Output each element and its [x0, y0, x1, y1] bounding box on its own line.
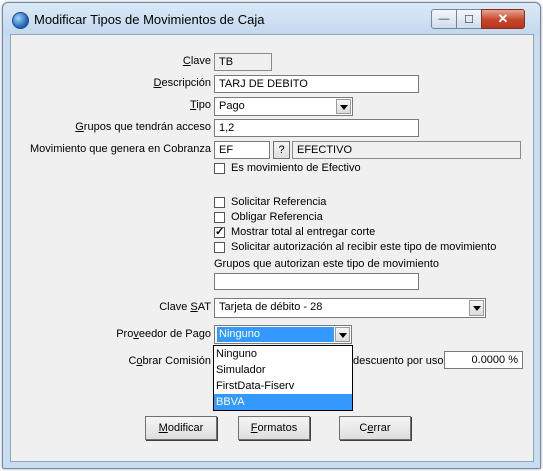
solicitar-referencia-label: Solicitar Referencia [231, 196, 327, 208]
dropdown-option-ninguno[interactable]: Ninguno [214, 346, 352, 362]
obligar-referencia-label: Obligar Referencia [231, 211, 323, 223]
clave-sat-value: Tarjeta de débito - 28 [219, 301, 323, 313]
dialog-window: Modificar Tipos de Movimientos de Caja —… [2, 2, 541, 469]
grupos-field[interactable]: 1,2 [214, 119, 419, 137]
tipo-select[interactable]: Pago [214, 97, 353, 116]
maximize-button[interactable]: ☐ [456, 9, 482, 29]
proveedor-label: Proveedor de Pago [116, 328, 211, 340]
movimiento-code-field[interactable]: EF [214, 141, 270, 159]
tipo-label: Tipo [190, 99, 211, 111]
clave-sat-select[interactable]: Tarjeta de débito - 28 [214, 298, 486, 318]
solicitar-autorizacion-label: Solicitar autorización al recibir este t… [231, 241, 497, 253]
dialog-body: Clave TB Descripción TARJ DE DEBITO Tipo… [10, 34, 534, 462]
chevron-down-icon[interactable] [335, 327, 350, 342]
minimize-button[interactable]: — [431, 9, 457, 29]
descuento-field[interactable]: 0.0000 % [444, 351, 523, 369]
checkmark-icon[interactable]: ✓ [214, 226, 225, 238]
chevron-down-icon[interactable] [336, 99, 351, 114]
grupos-label: Grupos que tendrán acceso [75, 121, 211, 133]
movimiento-name-field: EFECTIVO [292, 141, 521, 159]
proveedor-dropdown-list[interactable]: Ninguno Simulador FirstData-Fiserv BBVA [213, 345, 353, 411]
clave-label: Clave [182, 55, 211, 67]
proveedor-select[interactable]: Ninguno [214, 325, 352, 344]
app-icon [12, 12, 29, 29]
mostrar-total-label: Mostrar total al entregar corte [231, 226, 376, 238]
title-bar[interactable]: Modificar Tipos de Movimientos de Caja —… [3, 3, 540, 35]
movimiento-lookup-button[interactable]: ? [273, 141, 290, 159]
dropdown-option-bbva[interactable]: BBVA [214, 394, 352, 410]
checkbox-box[interactable] [214, 162, 225, 174]
proveedor-value: Ninguno [217, 327, 334, 342]
descuento-label: descuento por uso [353, 355, 444, 367]
checkbox-box[interactable] [214, 196, 225, 208]
checkbox-box[interactable] [214, 211, 225, 223]
grupos-autorizan-label: Grupos que autorizan este tipo de movimi… [214, 258, 440, 270]
dropdown-option-simulador[interactable]: Simulador [214, 362, 352, 378]
close-button[interactable]: ✕ [481, 9, 525, 29]
chevron-down-icon[interactable] [469, 300, 484, 316]
obligar-referencia-checkbox[interactable]: Obligar Referencia [214, 211, 323, 223]
window-title: Modificar Tipos de Movimientos de Caja [34, 12, 265, 27]
modificar-button[interactable]: Modificar [145, 416, 217, 440]
cerrar-button[interactable]: Ce rrar [339, 416, 411, 440]
dropdown-option-firstdata[interactable]: FirstData-Fiserv [214, 378, 352, 394]
tipo-value: Pago [219, 100, 245, 112]
solicitar-autorizacion-checkbox[interactable]: Solicitar autorización al recibir este t… [214, 241, 496, 253]
descripcion-label: Descripción [153, 77, 211, 89]
es-efectivo-label: Es movimiento de Efectivo [231, 162, 361, 174]
formatos-button[interactable]: Formatos [238, 416, 310, 440]
clave-field: TB [214, 53, 272, 71]
grupos-autorizan-field[interactable] [214, 273, 419, 290]
mostrar-total-checkbox[interactable]: ✓ Mostrar total al entregar corte [214, 226, 375, 238]
solicitar-referencia-checkbox[interactable]: Solicitar Referencia [214, 196, 326, 208]
clave-sat-label: Clave SAT [159, 301, 211, 313]
cobrar-comision-label: Cobrar Comisión [128, 355, 211, 367]
descripcion-field[interactable]: TARJ DE DEBITO [214, 75, 419, 93]
movimiento-label: Movimiento que genera en Cobranza [29, 143, 211, 155]
es-efectivo-checkbox[interactable]: Es movimiento de Efectivo [214, 162, 361, 174]
checkbox-box[interactable] [214, 241, 225, 253]
